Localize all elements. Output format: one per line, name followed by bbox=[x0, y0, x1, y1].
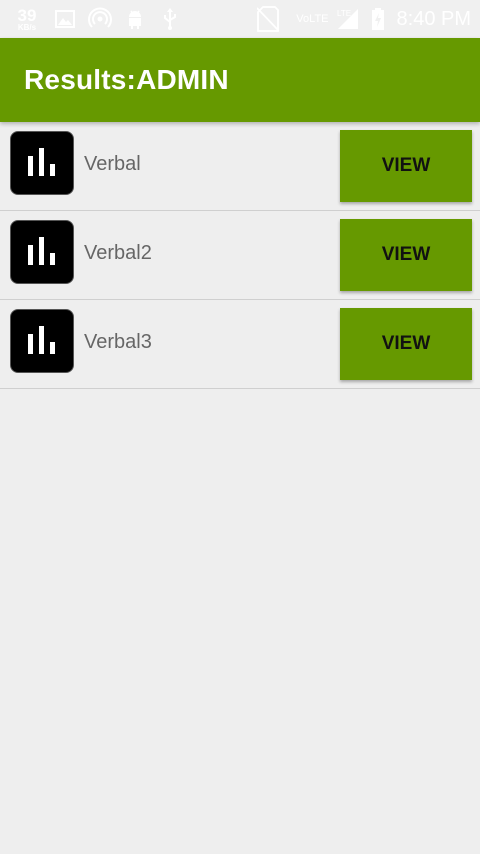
app-bar: Results:ADMIN bbox=[0, 38, 480, 122]
network-speed: 39 KB/s bbox=[12, 7, 42, 32]
view-button[interactable]: VIEW bbox=[340, 130, 472, 202]
network-speed-unit: KB/s bbox=[17, 22, 37, 32]
result-label: Verbal bbox=[84, 153, 141, 175]
no-sim-icon bbox=[255, 6, 281, 32]
volte-label: VoLTE bbox=[296, 13, 329, 25]
android-debug-icon bbox=[122, 6, 148, 32]
status-bar: 39 KB/s VoLTE LTE 8:40 PM bbox=[0, 0, 480, 38]
list-item: Verbal VIEW bbox=[0, 122, 480, 211]
svg-text:LTE: LTE bbox=[337, 9, 351, 18]
list-item: Verbal2 VIEW bbox=[0, 211, 480, 300]
bar-chart-icon bbox=[10, 220, 74, 284]
result-label: Verbal2 bbox=[84, 242, 152, 264]
usb-icon bbox=[157, 6, 183, 32]
result-label: Verbal3 bbox=[84, 331, 152, 353]
page-title: Results:ADMIN bbox=[24, 64, 229, 95]
view-button[interactable]: VIEW bbox=[340, 308, 472, 380]
view-button[interactable]: VIEW bbox=[340, 219, 472, 291]
network-speed-value: 39 bbox=[17, 5, 37, 25]
bar-chart-icon bbox=[10, 131, 74, 195]
battery-charging-icon bbox=[365, 6, 391, 32]
signal-icon: LTE bbox=[335, 6, 361, 32]
results-list: Verbal VIEW Verbal2 VIEW Verbal3 VIEW bbox=[0, 122, 480, 389]
clock: 8:40 PM bbox=[396, 7, 471, 30]
image-icon bbox=[52, 6, 78, 32]
bar-chart-icon bbox=[10, 309, 74, 373]
hotspot-icon bbox=[87, 6, 113, 32]
list-item: Verbal3 VIEW bbox=[0, 300, 480, 389]
